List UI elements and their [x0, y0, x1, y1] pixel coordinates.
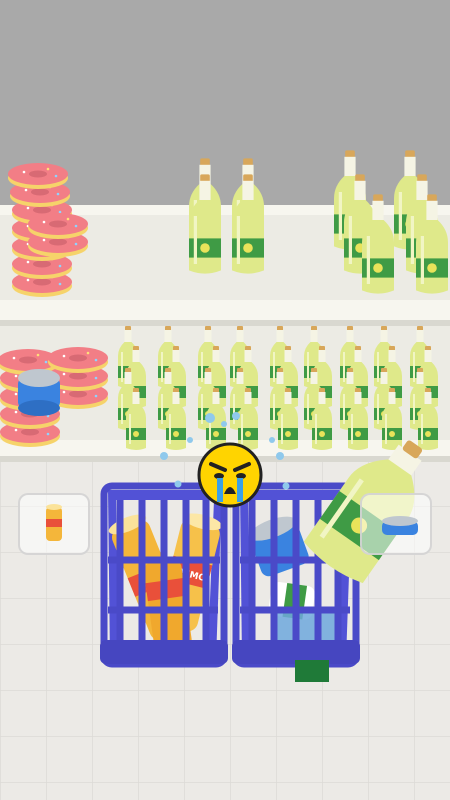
item-slot-right[interactable]: [360, 493, 432, 555]
crying-face-icon: [197, 442, 263, 508]
basket-left: BRIMO: [100, 482, 228, 668]
game-scene: BRIMO: [0, 0, 450, 800]
tuna-can-shelf: [18, 369, 60, 416]
item-slot-left[interactable]: [18, 493, 90, 555]
orange-can-icon: [46, 504, 62, 541]
tuna-can-icon: [382, 516, 418, 535]
